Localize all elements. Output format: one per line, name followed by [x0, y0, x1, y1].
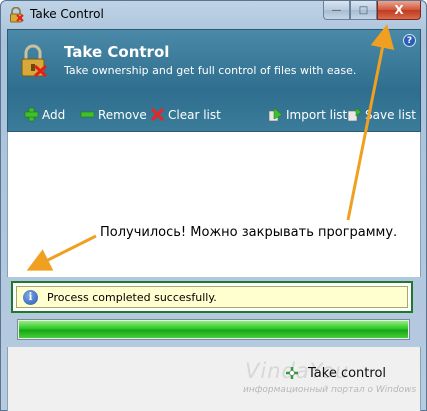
remove-label: Remove — [98, 107, 147, 122]
status-box: i Process completed succesfully. — [16, 286, 408, 308]
close-button[interactable]: X — [377, 1, 421, 20]
header-panel: Take Control Take ownership and get full… — [7, 29, 421, 132]
red-x-icon — [150, 107, 165, 122]
title-bar[interactable]: Take Control — □ X — [1, 1, 426, 29]
info-icon: i — [23, 290, 38, 305]
take-control-icon — [286, 367, 298, 379]
minimize-icon: — — [331, 4, 342, 16]
take-control-button[interactable]: Take control — [284, 363, 386, 383]
padlock-icon — [21, 44, 48, 78]
save-list-label: Save list — [365, 107, 416, 122]
clear-list-label: Clear list — [168, 107, 221, 122]
progress-bar — [17, 319, 410, 340]
plus-icon — [24, 107, 39, 122]
clear-list-button[interactable]: Clear list — [150, 107, 221, 122]
file-list[interactable] — [7, 132, 421, 277]
app-lock-icon — [10, 7, 24, 23]
status-message: Process completed succesfully. — [47, 291, 217, 304]
annotation-text: Получилось! Можно закрывать программу. — [100, 225, 398, 240]
header-subtitle: Take ownership and get full control of f… — [64, 64, 357, 77]
close-icon: X — [394, 3, 404, 17]
header-title: Take Control — [64, 43, 170, 61]
maximize-icon: □ — [358, 4, 369, 16]
toolbar: Add Remove Clear list Import list Save l… — [22, 107, 417, 125]
status-panel-highlight: i Process completed succesfully. — [11, 281, 413, 313]
add-button[interactable]: Add — [24, 107, 65, 122]
app-window: Take Control — □ X Take Control Take own… — [0, 0, 427, 411]
import-list-button[interactable]: Import list — [268, 107, 347, 122]
minus-icon — [80, 111, 95, 118]
import-list-label: Import list — [286, 107, 348, 122]
save-icon — [347, 107, 362, 122]
take-control-label: Take control — [308, 365, 387, 381]
help-icon[interactable]: ? — [403, 34, 416, 47]
save-list-button[interactable]: Save list — [347, 107, 416, 122]
watermark-subtitle: информационный портал о Windows — [243, 385, 417, 395]
remove-button[interactable]: Remove — [80, 107, 147, 122]
import-icon — [268, 107, 283, 122]
progress-fill — [19, 321, 408, 338]
window-title: Take Control — [30, 7, 104, 21]
minimize-button[interactable]: — — [323, 1, 350, 20]
maximize-button[interactable]: □ — [350, 1, 377, 20]
window-controls: — □ X — [323, 1, 421, 20]
add-label: Add — [42, 107, 66, 122]
